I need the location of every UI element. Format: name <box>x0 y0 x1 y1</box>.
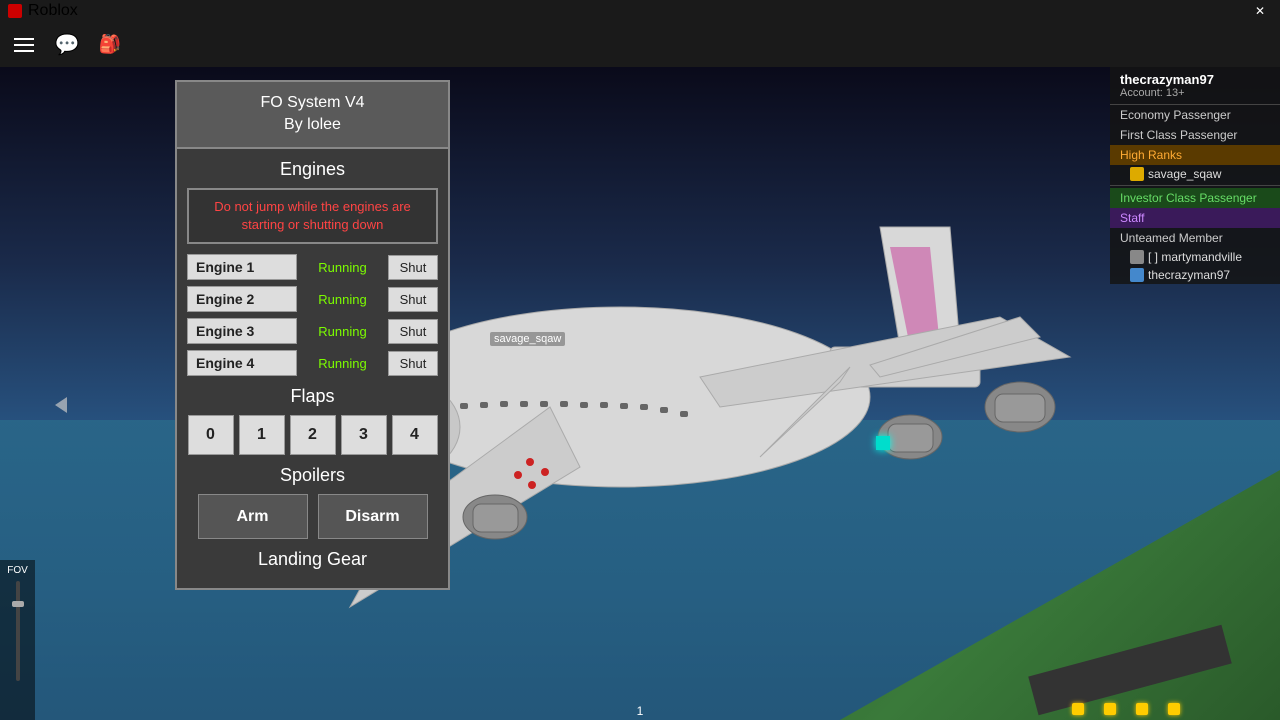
engine-3-shut-button[interactable]: Shut <box>388 319 438 344</box>
player-panel: thecrazyman97 Account: 13+ Economy Passe… <box>1110 67 1280 284</box>
disarm-button[interactable]: Disarm <box>318 494 428 539</box>
chat-icon: 💬 <box>55 32 80 57</box>
engine-4-button[interactable]: Engine 4 <box>187 350 297 376</box>
fo-system-panel: FO System V4 By lolee Engines Do not jum… <box>175 80 450 590</box>
runway-lights <box>1072 703 1180 715</box>
topbar: 💬 🎒 <box>0 22 1280 67</box>
avatar-savage-sqaw <box>1130 167 1144 181</box>
warning-box: Do not jump while the engines are starti… <box>187 188 438 244</box>
fov-slider[interactable] <box>16 581 20 681</box>
category-investor: Investor Class Passenger <box>1110 188 1280 208</box>
fov-slider-thumb[interactable] <box>12 601 24 607</box>
engine-1-status: Running <box>302 260 383 275</box>
flaps-title: Flaps <box>187 386 438 407</box>
category-unteamed: Unteamed Member <box>1110 228 1280 248</box>
flap-2-button[interactable]: 2 <box>290 415 336 455</box>
warning-text: Do not jump while the engines are starti… <box>214 199 411 232</box>
spoilers-buttons: Arm Disarm <box>187 494 438 539</box>
orb <box>876 436 890 450</box>
category-first-class: First Class Passenger <box>1110 125 1280 145</box>
player-martymandville: [ ] martymandville <box>1110 248 1280 266</box>
engine-3-row: Engine 3 Running Shut <box>187 318 438 344</box>
hamburger-icon <box>14 38 34 52</box>
engine-1-button[interactable]: Engine 1 <box>187 254 297 280</box>
fo-title-line2: By lolee <box>187 114 438 136</box>
spoilers-title: Spoilers <box>187 465 438 486</box>
category-economy: Economy Passenger <box>1110 105 1280 125</box>
engine-3-status: Running <box>302 324 383 339</box>
fo-title-line1: FO System V4 <box>187 92 438 114</box>
engine-4-shut-button[interactable]: Shut <box>388 351 438 376</box>
category-staff: Staff <box>1110 208 1280 228</box>
avatar-thecrazyman97 <box>1130 268 1144 282</box>
roblox-logo <box>8 4 22 18</box>
titlebar-title: Roblox <box>28 2 78 20</box>
cursor <box>55 397 67 413</box>
flaps-section: Flaps 0 1 2 3 4 <box>187 386 438 455</box>
engine-1-row: Engine 1 Running Shut <box>187 254 438 280</box>
engines-title: Engines <box>187 159 438 180</box>
engine-2-shut-button[interactable]: Shut <box>388 287 438 312</box>
account-info: thecrazyman97 Account: 13+ <box>1110 67 1280 105</box>
player-nametag: savage_sqaw <box>490 332 565 346</box>
flap-1-button[interactable]: 1 <box>239 415 285 455</box>
separator <box>1110 185 1280 186</box>
account-type: Account: 13+ <box>1120 87 1270 99</box>
fov-panel: FOV <box>0 560 35 720</box>
player-savage-sqaw: savage_sqaw <box>1110 165 1280 183</box>
account-name: thecrazyman97 <box>1120 72 1270 87</box>
engine-4-row: Engine 4 Running Shut <box>187 350 438 376</box>
fo-system-body: Engines Do not jump while the engines ar… <box>175 149 450 590</box>
engine-2-status: Running <box>302 292 383 307</box>
flap-0-button[interactable]: 0 <box>188 415 234 455</box>
avatar-martymandville <box>1130 250 1144 264</box>
menu-button[interactable] <box>10 31 38 59</box>
engine-2-button[interactable]: Engine 2 <box>187 286 297 312</box>
bag-button[interactable]: 🎒 <box>96 31 124 59</box>
page-number: 1 <box>637 704 644 718</box>
close-button[interactable]: ✕ <box>1240 0 1280 22</box>
engine-4-status: Running <box>302 356 383 371</box>
flap-3-button[interactable]: 3 <box>341 415 387 455</box>
arm-button[interactable]: Arm <box>198 494 308 539</box>
engine-3-button[interactable]: Engine 3 <box>187 318 297 344</box>
flaps-buttons: 0 1 2 3 4 <box>187 415 438 455</box>
titlebar: Roblox ✕ <box>0 0 1280 22</box>
fov-label: FOV <box>7 565 28 576</box>
fo-system-header: FO System V4 By lolee <box>175 80 450 149</box>
landing-gear-title: Landing Gear <box>187 549 438 570</box>
landing-gear-section: Landing Gear <box>187 549 438 570</box>
bag-icon: 🎒 <box>99 34 121 55</box>
engine-2-row: Engine 2 Running Shut <box>187 286 438 312</box>
engine-1-shut-button[interactable]: Shut <box>388 255 438 280</box>
chat-button[interactable]: 💬 <box>53 31 81 59</box>
category-high-ranks: High Ranks <box>1110 145 1280 165</box>
spoilers-section: Spoilers Arm Disarm <box>187 465 438 539</box>
flap-4-button[interactable]: 4 <box>392 415 438 455</box>
player-thecrazyman97: thecrazyman97 <box>1110 266 1280 284</box>
